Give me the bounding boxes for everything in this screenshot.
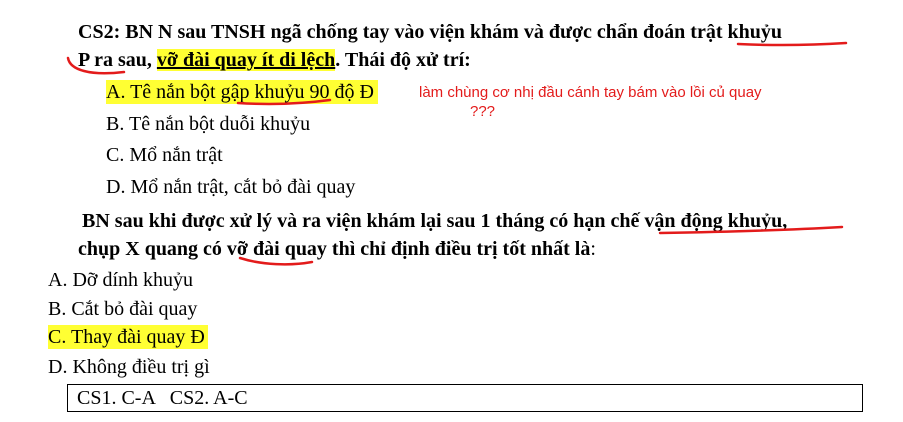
q2-option-d: D. Không điều trị gì: [48, 356, 210, 378]
cs2-option-d: D. Mổ nắn trật, cắt bỏ đài quay: [106, 176, 356, 198]
q2-question-line1: BN sau khi được xử lý và ra viện khám lạ…: [82, 210, 788, 232]
q2-option-a: A. Dỡ dính khuỷu: [48, 269, 194, 291]
cs2-option-a-correct: A. Tê nắn bột gập khuỷu 90 độ Đ: [106, 80, 378, 104]
cs2-option-c: C. Mổ nắn trật: [106, 144, 223, 166]
q2-question-text: chụp X quang có vỡ đài quay thì chỉ định…: [78, 238, 591, 260]
handwritten-note-biceps: làm chùng cơ nhị đầu cánh tay bám vào lồ…: [419, 84, 762, 101]
answer-key-text: CS1. C-A CS2. A-C: [77, 387, 248, 409]
cs2-option-b: B. Tê nắn bột duỗi khuỷu: [106, 113, 311, 135]
q2-option-b: B. Cắt bỏ đài quay: [48, 298, 198, 320]
q2-question-colon: :: [590, 238, 596, 260]
cs2-question-line1: CS2: BN N sau TNSH ngã chống tay vào việ…: [78, 20, 782, 44]
cs2-question-text: CS2: BN N sau TNSH ngã chống tay vào việ…: [78, 21, 691, 43]
cs2-question-text-2: P ra sau,: [78, 49, 157, 71]
answer-key-box: CS1. C-A CS2. A-C: [67, 384, 863, 412]
q2-question-line2: chụp X quang có vỡ đài quay thì chỉ định…: [78, 237, 596, 261]
cs2-question-text-3: . Thái độ xử trí:: [335, 49, 471, 71]
dx-elbow-dislocation: trật khuỷu: [690, 21, 782, 43]
q2-option-c-correct: C. Thay đài quay Đ: [48, 325, 208, 349]
cs2-question-line2: P ra sau, vỡ đài quay ít di lệch. Thái đ…: [78, 48, 471, 72]
radial-head-fracture-highlight: vỡ đài quay ít di lệch: [156, 49, 336, 71]
handwritten-note-question-marks: ???: [470, 103, 496, 120]
